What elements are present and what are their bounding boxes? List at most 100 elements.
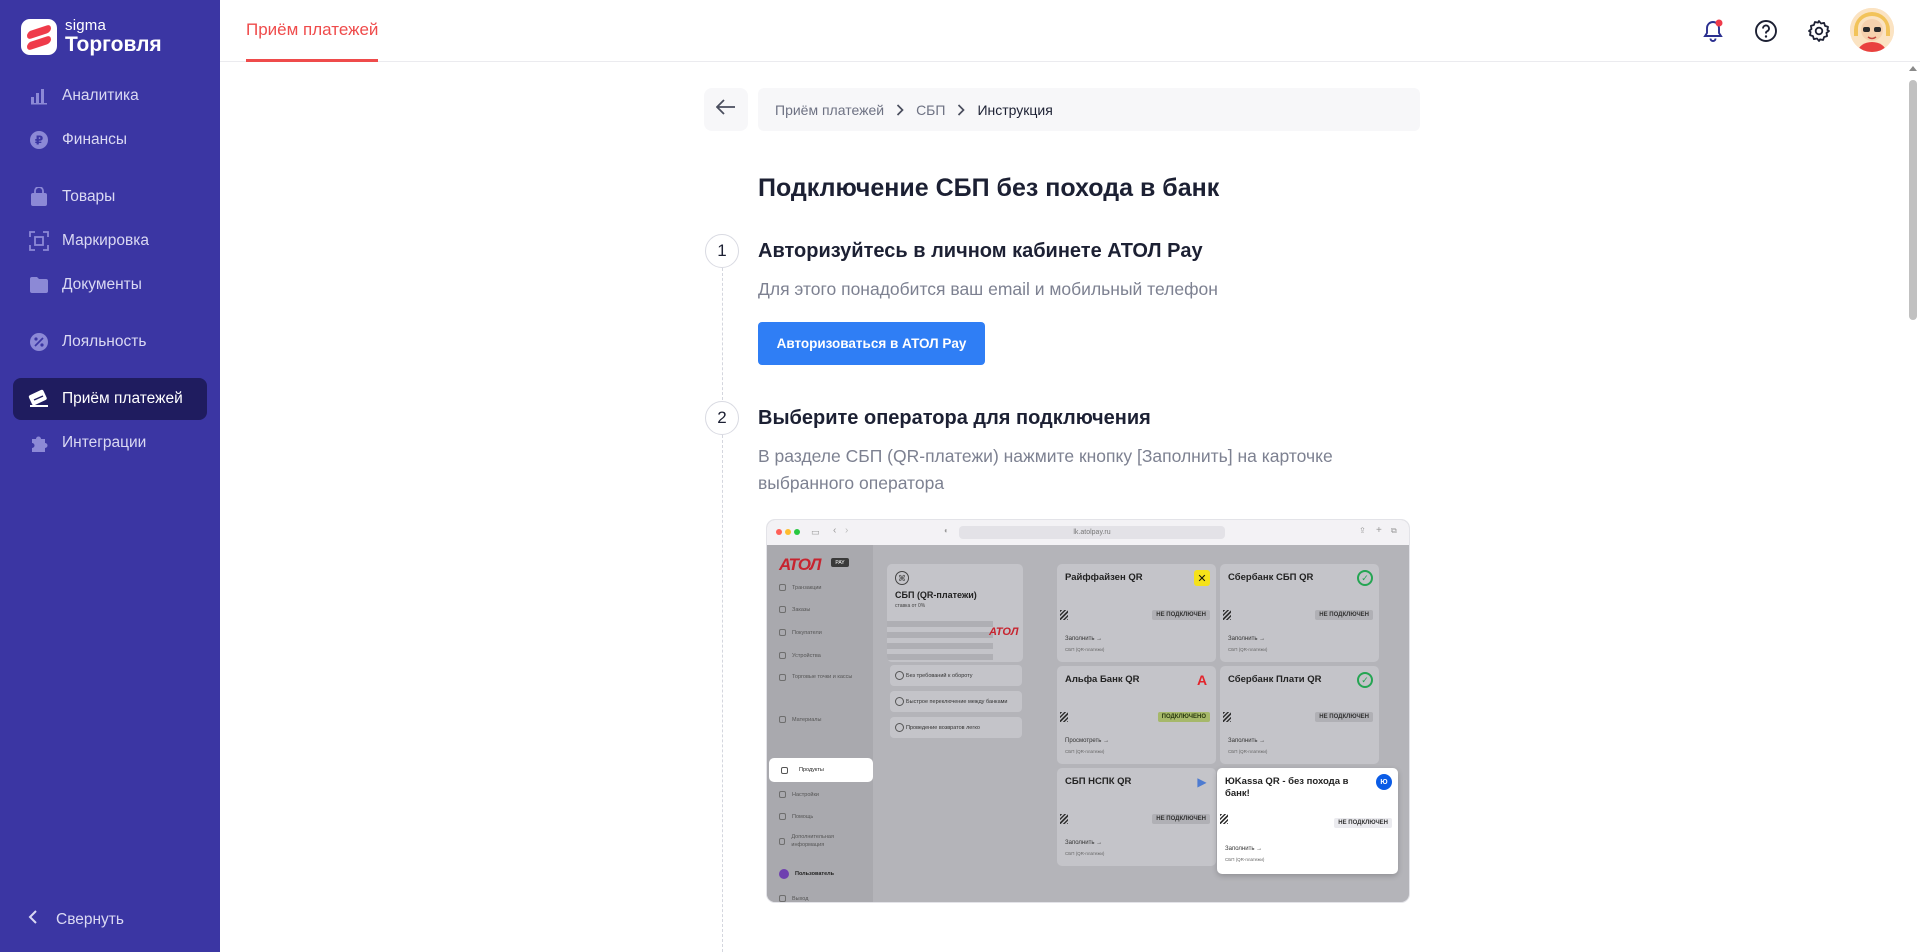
operator-card-sber-sbp: Сбербанк СБП QR ✓ НЕ ПОДКЛЮЧЕН Заполнить…: [1220, 564, 1379, 662]
atol-logo: АТОЛ: [779, 555, 821, 574]
raiffeisen-logo-icon: ✕: [1194, 570, 1210, 586]
logo-sigma-text: sigma: [65, 17, 107, 34]
folder-icon: [28, 274, 50, 296]
user-avatar[interactable]: [1850, 8, 1894, 52]
sber-logo-icon: ✓: [1357, 570, 1373, 586]
step-2-description: В разделе СБП (QR-платежи) нажмите кнопк…: [758, 443, 1333, 497]
new-tab-icon: +: [1376, 525, 1382, 536]
back-button[interactable]: [704, 88, 748, 131]
alfa-logo-icon: A: [1196, 672, 1208, 688]
top-header: Приём платежей: [220, 0, 1920, 62]
scrollbar-thumb[interactable]: [1909, 80, 1917, 320]
breadcrumb-item-current: Инструкция: [977, 101, 1053, 118]
atol-hero-logo: АТОЛ: [989, 626, 1019, 638]
discount-icon: [28, 331, 50, 353]
operator-card-alfa: Альфа Банк QR A ПОДКЛЮЧЕНО Просмотреть →…: [1057, 666, 1216, 764]
logo-product-name: Торговля: [65, 33, 162, 56]
sidebar-item-marking[interactable]: Маркировка: [13, 220, 207, 262]
command-icon: ⌘: [895, 571, 909, 585]
url-bar: lk.atolpay.ru: [959, 526, 1225, 539]
feature-item: Быстрое переключение между банками: [890, 691, 1022, 712]
step-2-description-line-1: В разделе СБП (QR-платежи) нажмите кнопк…: [758, 446, 1333, 466]
feature-item: Проведение возвратов легко: [890, 717, 1022, 738]
close-dot-icon: [776, 529, 782, 535]
sigma-logo-icon: [21, 18, 57, 55]
atol-side-item: Материалы: [779, 716, 821, 723]
atol-side-item: Дополнительная информация: [779, 833, 859, 849]
app-logo[interactable]: sigma Торговля: [21, 18, 162, 55]
authorize-atol-pay-button[interactable]: Авторизоваться в АТОЛ Pay: [758, 322, 985, 365]
payment-card-icon: [28, 388, 50, 410]
sidebar-item-loyalty[interactable]: Лояльность: [13, 321, 207, 363]
minimize-dot-icon: [785, 529, 791, 535]
chevron-right-icon: [957, 103, 966, 116]
atol-side-item: Транзакции: [779, 584, 822, 591]
sidebar-item-documents[interactable]: Документы: [13, 264, 207, 306]
step-connector: [722, 435, 723, 952]
tab-payments[interactable]: Приём платежей: [246, 0, 379, 62]
share-icon: ⇪: [1359, 526, 1366, 535]
atol-side-item: Устройства: [779, 652, 821, 659]
sidebar-item-label: Документы: [62, 276, 142, 293]
bar-chart-icon: [28, 85, 50, 107]
atol-sidebar: АТОЛ PAY Транзакции Заказы Покупатели Ус…: [767, 545, 873, 902]
pattern-decoration: [887, 616, 993, 660]
ruble-icon: ₽: [28, 129, 50, 151]
step-2-title: Выберите оператора для подключения: [758, 407, 1151, 429]
breadcrumb-item-sbp[interactable]: СБП: [916, 102, 945, 118]
atol-side-item: Заказы: [779, 606, 810, 613]
page-scrollbar[interactable]: [1906, 64, 1920, 952]
sidebar-item-label: Лояльность: [62, 333, 147, 350]
notification-bell-icon[interactable]: [1697, 15, 1729, 47]
breadcrumb-item-payments[interactable]: Приём платежей: [775, 102, 884, 118]
feature-item: Без требований к обороту: [890, 665, 1022, 686]
atol-side-item: Настройки: [779, 791, 819, 798]
step-1-description: Для этого понадобится ваш email и мобиль…: [758, 279, 1218, 299]
sidebar-item-label: Интеграции: [62, 434, 147, 451]
nav-back-icon: ‹: [833, 525, 837, 536]
shopping-bag-icon: [28, 186, 50, 208]
breadcrumb: Приём платежей СБП Инструкция: [758, 88, 1420, 131]
nav-forward-icon: ›: [845, 525, 849, 536]
tabs-icon: ⧉: [1391, 526, 1397, 535]
browser-toolbar: ▭ ‹ › ◐ lk.atolpay.ru ⇪ + ⧉: [767, 520, 1409, 545]
chevron-right-icon: [896, 103, 904, 116]
atol-side-item: Покупатели: [779, 629, 822, 636]
sidebar-item-label: Приём платежей: [62, 390, 183, 407]
step-number-1: 1: [705, 234, 739, 268]
sbp-hero-card: ⌘ СБП (QR-платежи) ставка от 0% АТОЛ: [887, 564, 1023, 662]
operator-card-yookassa: ЮKassa QR - без похода в банк! Ю НЕ ПОДК…: [1217, 768, 1398, 874]
chevron-left-icon: [28, 910, 38, 929]
scroll-up-arrow-icon[interactable]: [1909, 66, 1917, 71]
step-2-description-line-2: выбранного оператора: [758, 473, 945, 493]
sidebar-item-label: Аналитика: [62, 87, 139, 104]
atol-side-user: Пользователь: [779, 869, 834, 879]
sidebar-item-label: Товары: [62, 188, 116, 205]
shield-icon: ◐: [944, 526, 949, 535]
settings-gear-icon[interactable]: [1803, 15, 1835, 47]
help-icon[interactable]: [1750, 15, 1782, 47]
sidebar-toggle-icon: ▭: [811, 527, 820, 537]
sidebar-item-finance[interactable]: ₽ Финансы: [13, 119, 207, 161]
operator-card-raiffeisen: Райффайзен QR ✕ НЕ ПОДКЛЮЧЕН Заполнить →…: [1057, 564, 1216, 662]
atol-pay-badge: PAY: [831, 558, 849, 567]
marking-scan-icon: [28, 230, 50, 252]
operator-card-sber-plati: Сбербанк Плати QR ✓ НЕ ПОДКЛЮЧЕН Заполни…: [1220, 666, 1379, 764]
sbp-logo-icon: ▶: [1197, 775, 1207, 789]
step-number-2: 2: [705, 401, 739, 435]
atol-side-item: Выход: [779, 895, 808, 902]
atol-side-item: Торговые точки и кассы: [779, 673, 859, 681]
sidebar-item-payments[interactable]: Приём платежей: [13, 378, 207, 420]
sidebar-collapse-label: Свернуть: [56, 910, 124, 928]
sidebar-item-integrations[interactable]: Интеграции: [13, 422, 207, 464]
svg-text:₽: ₽: [35, 134, 43, 148]
instruction-screenshot: ▭ ‹ › ◐ lk.atolpay.ru ⇪ + ⧉ АТОЛ PAY Тра…: [767, 520, 1409, 902]
sidebar-item-analytics[interactable]: Аналитика: [13, 75, 207, 117]
sber-logo-icon: ✓: [1357, 672, 1373, 688]
sidebar-collapse-button[interactable]: Свернуть: [28, 910, 124, 929]
operator-card-nspk: СБП НСПК QR ▶ НЕ ПОДКЛЮЧЕН Заполнить → С…: [1057, 768, 1216, 866]
atol-side-item-active: Продукты: [769, 758, 873, 782]
atol-side-item: Помощь: [779, 813, 813, 820]
maximize-dot-icon: [794, 529, 800, 535]
sidebar-item-goods[interactable]: Товары: [13, 176, 207, 218]
